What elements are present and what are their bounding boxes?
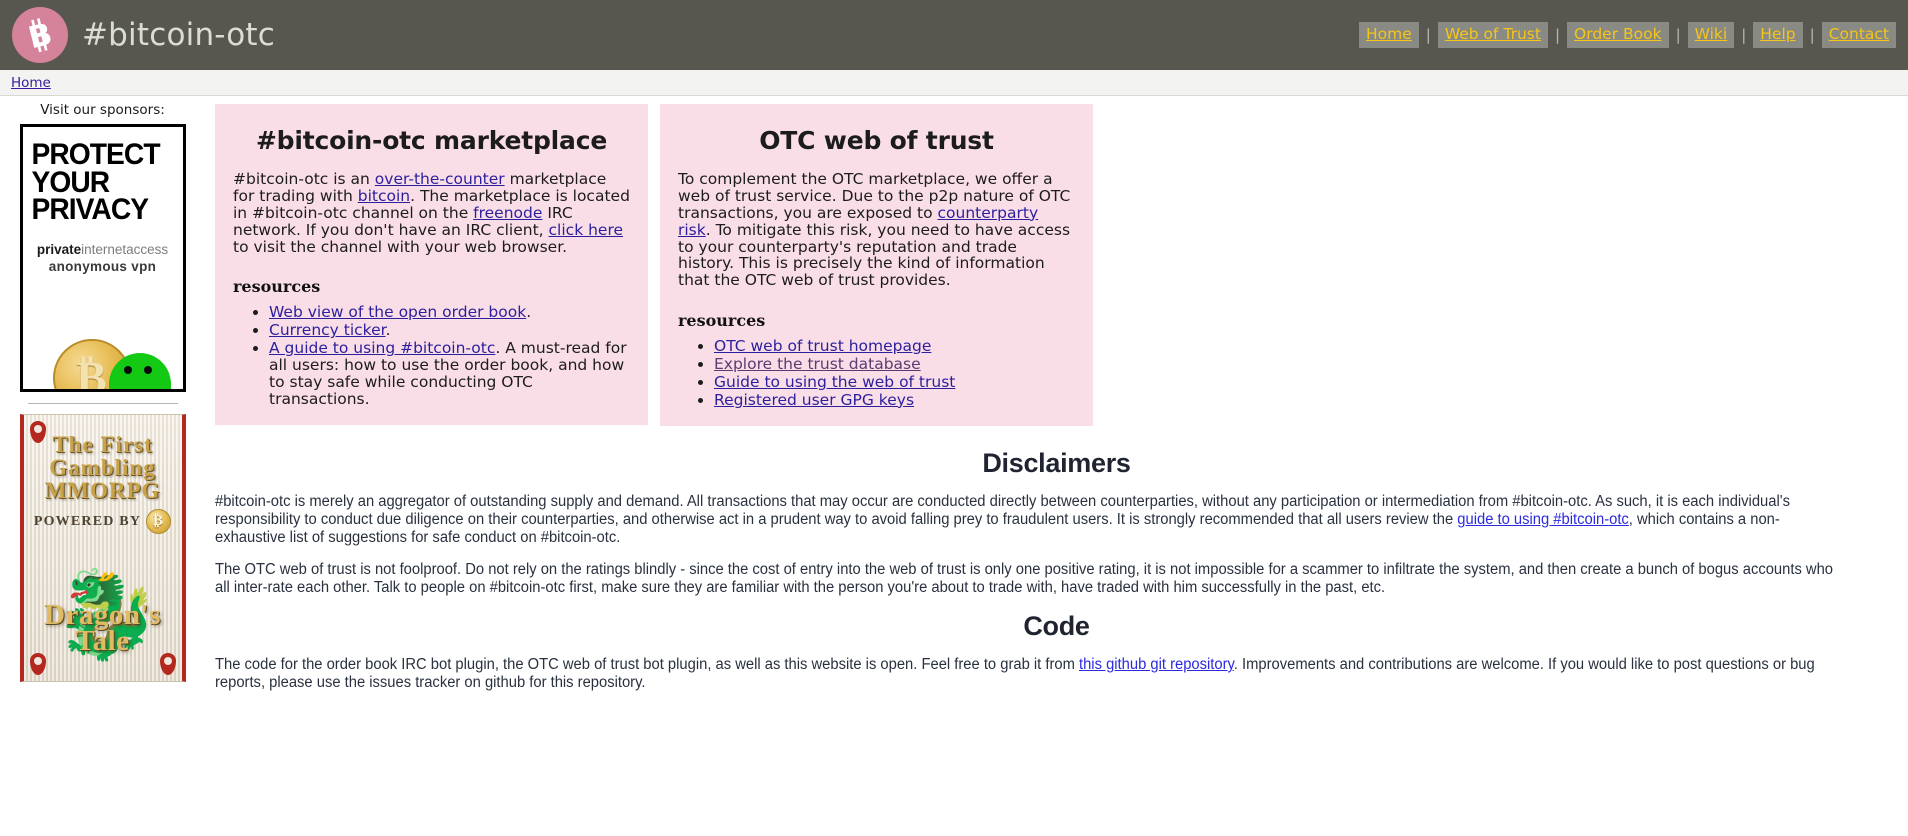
text-run: #bitcoin-otc is an xyxy=(233,170,375,188)
link-order-book-web-view[interactable]: Web view of the open order book xyxy=(269,303,526,321)
nav-separator: | xyxy=(1741,26,1747,44)
nav-item-order-book[interactable]: Order Book xyxy=(1567,21,1669,49)
brand: B #bitcoin-otc xyxy=(12,7,275,63)
nav-item-web-of-trust[interactable]: Web of Trust xyxy=(1437,21,1548,49)
list-item: Registered user GPG keys xyxy=(714,391,1075,409)
list-item: Currency ticker. xyxy=(269,322,630,339)
marketplace-box: #bitcoin-otc marketplace #bitcoin-otc is… xyxy=(215,104,648,425)
pia-brand-sub: anonymous vpn xyxy=(48,258,157,274)
site-title: #bitcoin-otc xyxy=(82,16,276,53)
nav-item-wiki[interactable]: Wiki xyxy=(1687,21,1735,49)
link-registered-gpg-keys[interactable]: Registered user GPG keys xyxy=(714,391,914,409)
sponsor-ad-dragons-tale[interactable]: The First Gambling MMORPG POWERED BY ₿ 🐉… xyxy=(19,414,186,682)
dt-logo-line-2: Tale xyxy=(75,625,130,658)
web-of-trust-resources-list: OTC web of trust homepage Explore the tr… xyxy=(678,338,1075,409)
dt-corner-ornament xyxy=(29,653,46,675)
bitcoin-coin-icon: ₿ xyxy=(146,509,172,534)
marketplace-resources-heading: resources xyxy=(233,277,321,297)
dt-logo: 🐉 Dragon's Tale xyxy=(24,572,182,658)
pia-line-2: YOUR xyxy=(30,165,110,199)
marketplace-intro: #bitcoin-otc is an over-the-counter mark… xyxy=(233,171,630,255)
pia-brand: privateinternetaccess anonymous vpn xyxy=(23,242,183,276)
code-paragraph: The code for the order book IRC bot plug… xyxy=(215,656,1839,692)
web-of-trust-heading: OTC web of trust xyxy=(759,126,994,155)
link-freenode[interactable]: freenode xyxy=(473,204,542,222)
dt-title-line-1: The First xyxy=(52,432,153,457)
dt-title-line-3: MMORPG xyxy=(44,478,161,503)
sponsors-label: Visit our sponsors: xyxy=(40,102,165,118)
link-explore-trust-database[interactable]: Explore the trust database xyxy=(714,355,921,373)
text-run: . xyxy=(385,321,391,340)
pia-artwork: ₿ xyxy=(23,309,183,389)
disclaimers-paragraph-1: #bitcoin-otc is merely an aggregator of … xyxy=(215,493,1839,547)
text-run: The code for the order book IRC bot plug… xyxy=(215,656,1079,674)
bitcoin-logo-icon: B xyxy=(12,7,68,63)
link-guide-to-wot[interactable]: Guide to using the web of trust xyxy=(714,373,955,391)
marketplace-resources-list: Web view of the open order book. Currenc… xyxy=(233,304,630,407)
link-guide-to-bitcoin-otc[interactable]: A guide to using #bitcoin-otc xyxy=(269,339,495,357)
link-bitcoin[interactable]: bitcoin xyxy=(358,187,410,205)
link-over-the-counter[interactable]: over-the-counter xyxy=(375,170,505,188)
breadcrumb-item-home[interactable]: Home xyxy=(11,75,51,91)
nav-separator: | xyxy=(1554,26,1561,44)
pia-brand-rest: internetaccess xyxy=(81,241,169,257)
nav-separator: | xyxy=(1675,26,1681,44)
text-run: . To mitigate this risk, you need to hav… xyxy=(678,220,1071,290)
pia-brand-bold: private xyxy=(36,241,82,257)
page-body: Visit our sponsors: PROTECT YOUR PRIVACY… xyxy=(0,96,1908,706)
list-item: Guide to using the web of trust xyxy=(714,374,1075,391)
list-item: A guide to using #bitcoin-otc. A must-re… xyxy=(269,340,630,408)
list-item: Web view of the open order book. xyxy=(269,304,630,321)
nav-item-help[interactable]: Help xyxy=(1753,21,1803,49)
dt-corner-ornament xyxy=(159,653,176,675)
main-content: #bitcoin-otc marketplace #bitcoin-otc is… xyxy=(205,96,1908,706)
web-of-trust-box: OTC web of trust To complement the OTC m… xyxy=(660,104,1093,426)
breadcrumb: Home xyxy=(0,70,1908,96)
code-heading: Code xyxy=(1023,611,1090,642)
pia-line-3: PRIVACY xyxy=(30,193,149,227)
disclaimers-paragraph-2: The OTC web of trust is not foolproof. D… xyxy=(215,560,1834,596)
info-box-row: #bitcoin-otc marketplace #bitcoin-otc is… xyxy=(215,104,1898,426)
disclaimers-heading: Disclaimers xyxy=(982,447,1131,478)
link-currency-ticker[interactable]: Currency ticker xyxy=(269,321,386,339)
web-of-trust-resources-heading: resources xyxy=(678,311,766,331)
pia-line-1: PROTECT xyxy=(30,138,160,171)
text-run: . xyxy=(526,303,532,322)
sponsor-sidebar: Visit our sponsors: PROTECT YOUR PRIVACY… xyxy=(0,96,205,682)
link-guide-to-bitcoin-otc-disclaimer[interactable]: guide to using #bitcoin-otc xyxy=(1457,511,1629,528)
nav-separator: | xyxy=(1425,26,1431,44)
ad-divider xyxy=(27,403,178,404)
link-github-repository[interactable]: this github git repository xyxy=(1079,656,1234,673)
nav-separator: | xyxy=(1809,26,1815,44)
marketplace-heading: #bitcoin-otc marketplace xyxy=(255,126,608,155)
list-item: Explore the trust database xyxy=(714,356,1075,373)
dt-powered-label: POWERED BY xyxy=(33,513,142,529)
link-click-here[interactable]: click here xyxy=(549,221,624,239)
nav-item-home[interactable]: Home xyxy=(1358,21,1419,49)
nav-item-contact[interactable]: Contact xyxy=(1821,21,1896,49)
dt-powered-by: POWERED BY ₿ xyxy=(24,509,182,534)
link-wot-homepage[interactable]: OTC web of trust homepage xyxy=(714,337,931,355)
list-item: OTC web of trust homepage xyxy=(714,338,1075,355)
web-of-trust-intro: To complement the OTC marketplace, we of… xyxy=(678,171,1075,289)
dt-title-line-2: Gambling xyxy=(49,455,156,480)
dt-content: The First Gambling MMORPG POWERED BY ₿ xyxy=(24,415,182,534)
sponsor-ad-private-internet-access[interactable]: PROTECT YOUR PRIVACY privateinternetacce… xyxy=(19,124,186,392)
main-nav: Home | Web of Trust | Order Book | Wiki … xyxy=(1358,21,1900,49)
site-header: B #bitcoin-otc Home | Web of Trust | Ord… xyxy=(0,0,1908,70)
text-run: to visit the channel with your web brows… xyxy=(233,237,568,256)
dt-logo-line-1: Dragon's xyxy=(44,598,161,631)
